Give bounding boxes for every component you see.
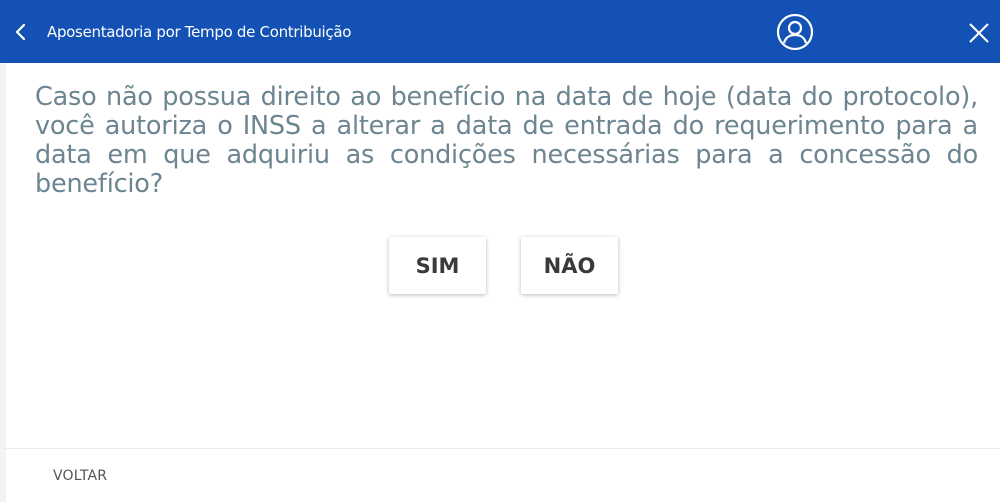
user-circle-icon [776,13,814,51]
user-profile-button[interactable] [775,12,815,52]
chevron-left-icon [15,23,26,41]
back-button[interactable] [10,20,32,44]
page-title: Aposentadoria por Tempo de Contribuição [47,23,352,41]
question-text: Caso não possua direito ao benefício na … [35,82,978,199]
yes-button[interactable]: SIM [389,237,486,294]
close-icon [969,23,989,43]
question-panel: Caso não possua direito ao benefício na … [0,63,1000,448]
close-button[interactable] [966,20,992,46]
no-button[interactable]: NÃO [521,237,618,294]
back-link[interactable]: VOLTAR [53,468,107,484]
footer-bar: VOLTAR [0,448,1000,502]
app-header: Aposentadoria por Tempo de Contribuição [0,0,1000,63]
